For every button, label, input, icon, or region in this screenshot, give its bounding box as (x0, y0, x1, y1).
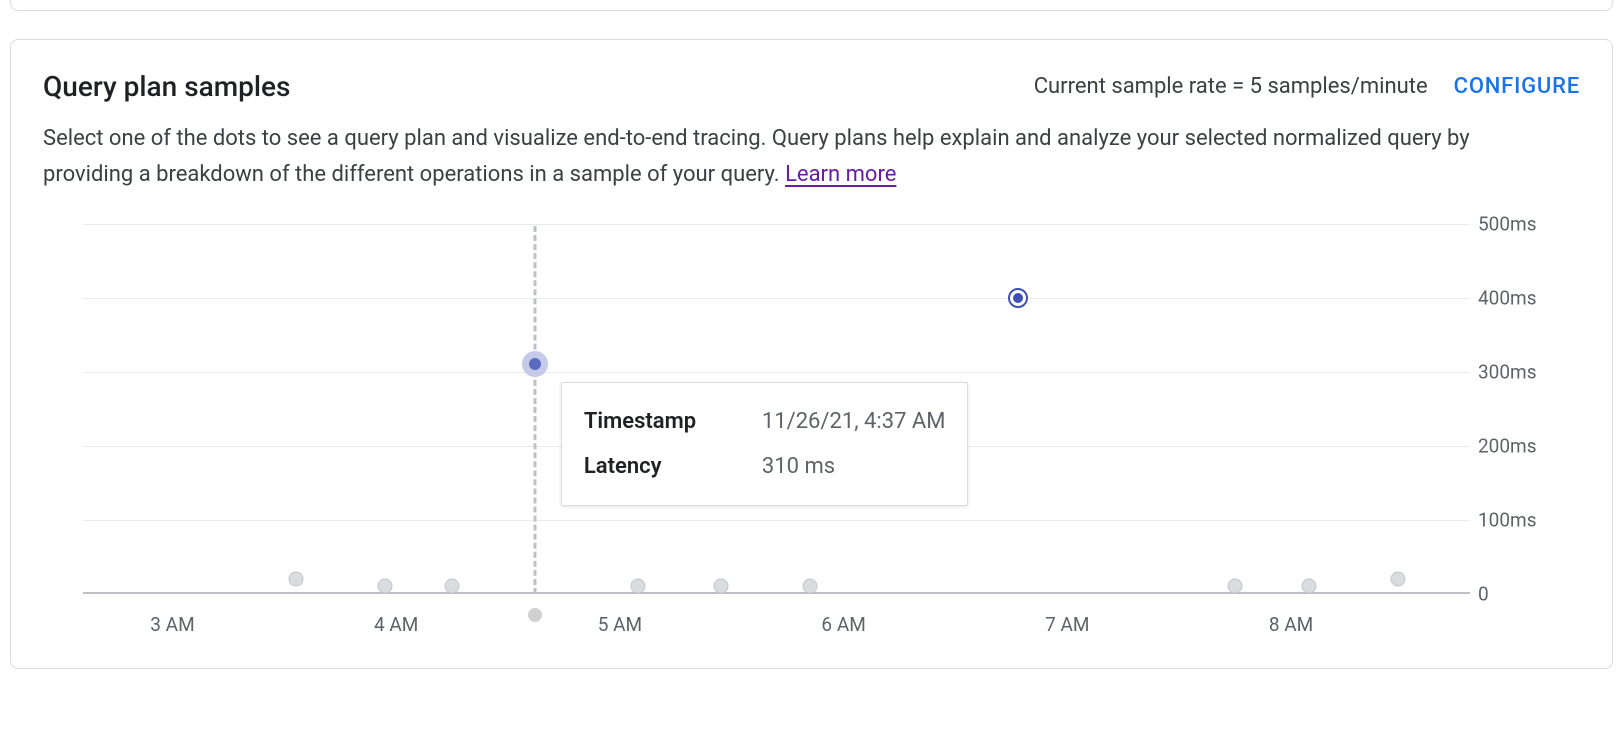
x-axis-label: 5 AM (598, 613, 642, 636)
sample-point[interactable] (522, 351, 548, 377)
sample-point[interactable] (1391, 571, 1406, 586)
card-header: Query plan samples Current sample rate =… (43, 70, 1580, 103)
y-axis-label: 100ms (1478, 508, 1568, 531)
plot-area: Timestamp 11/26/21, 4:37 AM Latency 310 ms (83, 224, 1470, 594)
y-axis-label: 300ms (1478, 360, 1568, 383)
tooltip-latency-value: 310 ms (762, 444, 835, 489)
learn-more-link[interactable]: Learn more (785, 162, 896, 187)
x-axis-label: 8 AM (1269, 613, 1313, 636)
gridline (83, 298, 1470, 299)
sample-rate-text: Current sample rate = 5 samples/minute (1034, 74, 1428, 99)
query-plan-samples-card: Query plan samples Current sample rate =… (10, 39, 1613, 669)
sample-point[interactable] (1008, 288, 1028, 308)
latency-scatter-chart[interactable]: Timestamp11/26/21, 4:37 AMLatency310 ms … (43, 214, 1580, 644)
y-axis-label: 500ms (1478, 212, 1568, 235)
x-axis-label: 7 AM (1045, 613, 1089, 636)
sample-point[interactable] (378, 579, 393, 594)
tooltip-latency-label: Latency (584, 444, 744, 489)
tooltip-timestamp-value: 11/26/21, 4:37 AM (762, 399, 946, 444)
x-axis-label: 4 AM (374, 613, 418, 636)
sample-point[interactable] (803, 579, 818, 594)
gridline (83, 224, 1470, 225)
description-text: Select one of the dots to see a query pl… (43, 126, 1470, 187)
hover-axis-marker (528, 608, 542, 622)
y-axis-label: 200ms (1478, 434, 1568, 457)
chart-tooltip: Timestamp 11/26/21, 4:37 AM Latency 310 ms (561, 382, 969, 506)
gridline (83, 520, 1470, 521)
tooltip-timestamp-label: Timestamp (584, 399, 744, 444)
sample-point[interactable] (713, 579, 728, 594)
chart-wrapper: Timestamp11/26/21, 4:37 AMLatency310 ms … (43, 214, 1580, 644)
sample-point[interactable] (1301, 579, 1316, 594)
sample-point[interactable] (445, 579, 460, 594)
x-axis-label: 6 AM (821, 613, 865, 636)
card-title: Query plan samples (43, 70, 290, 103)
y-axis-label: 400ms (1478, 286, 1568, 309)
x-axis-label: 3 AM (150, 613, 194, 636)
x-axis-line (83, 592, 1470, 594)
sample-point[interactable] (288, 571, 303, 586)
y-axis-label: 0 (1478, 582, 1568, 605)
card-description: Select one of the dots to see a query pl… (43, 121, 1523, 194)
sample-point[interactable] (1228, 579, 1243, 594)
gridline (83, 372, 1470, 373)
card-header-right: Current sample rate = 5 samples/minute C… (1034, 74, 1580, 99)
hover-guideline (533, 226, 536, 594)
previous-card-edge (10, 0, 1613, 11)
configure-button[interactable]: CONFIGURE (1454, 74, 1580, 99)
sample-point[interactable] (630, 579, 645, 594)
